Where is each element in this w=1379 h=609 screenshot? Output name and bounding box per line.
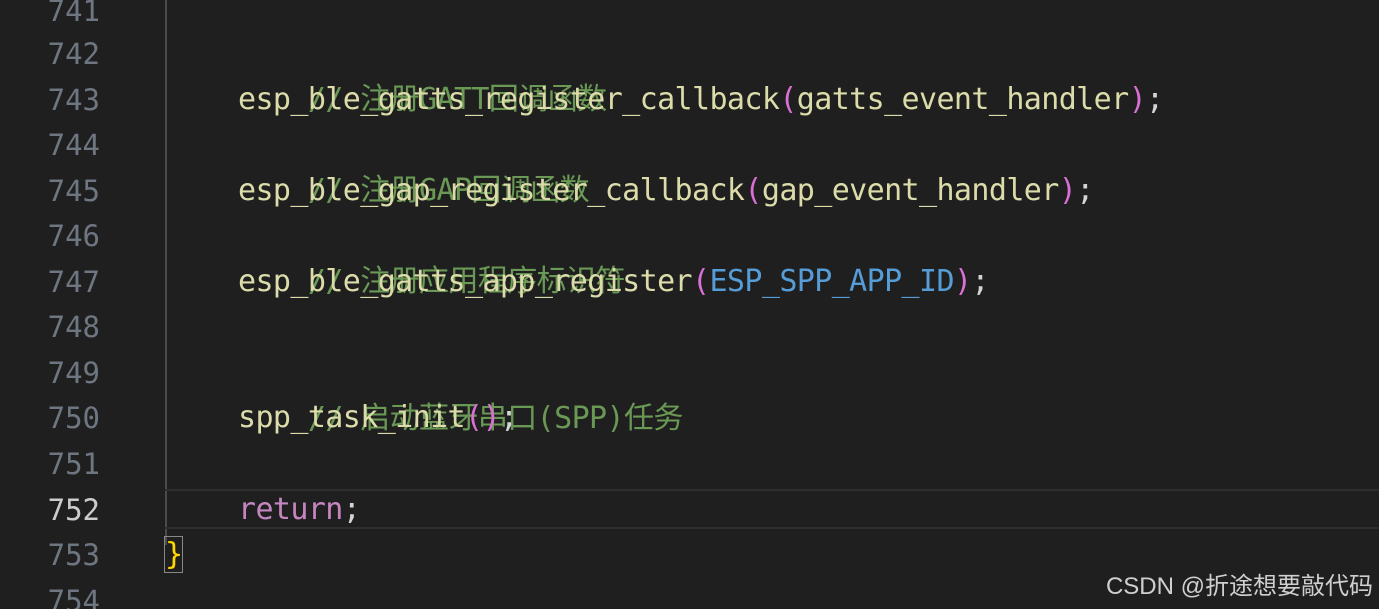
watermark: CSDN @折途想要敲代码 bbox=[1105, 573, 1373, 600]
line-number: 751 bbox=[47, 447, 100, 481]
semicolon: ; bbox=[342, 492, 361, 527]
code-line-749[interactable]: // 启动蓝牙串口(SPP)任务 bbox=[238, 350, 684, 436]
code-line-742[interactable]: // 注册GATT回调函数 bbox=[238, 31, 607, 117]
line-number: 741 bbox=[47, 0, 100, 28]
close-paren: ) bbox=[1128, 82, 1147, 117]
semicolon: ; bbox=[1076, 173, 1094, 208]
open-paren: ( bbox=[692, 264, 710, 299]
code-line-750[interactable]: spp_task_init(); bbox=[238, 395, 518, 441]
close-paren: ) bbox=[953, 264, 972, 299]
code-line-746[interactable]: // 注册应用程序标识符 bbox=[238, 213, 626, 299]
line-number: 748 bbox=[47, 310, 100, 344]
macro-argument: ESP_SPP_APP_ID bbox=[709, 264, 954, 299]
line-number: 745 bbox=[47, 174, 100, 208]
function-name: esp_ble_gap_register_callback bbox=[238, 173, 745, 208]
code-editor[interactable]: 741 742 743 744 745 746 747 748 749 750 … bbox=[0, 0, 1379, 609]
closing-brace: } bbox=[163, 536, 184, 573]
line-number: 749 bbox=[47, 356, 100, 390]
line-number: 754 bbox=[47, 584, 100, 609]
code-line-745[interactable]: esp_ble_gap_register_callback(gap_event_… bbox=[238, 168, 1094, 214]
return-keyword: return bbox=[238, 492, 343, 527]
line-number: 747 bbox=[47, 265, 100, 299]
code-line-747[interactable]: esp_ble_gatts_app_register(ESP_SPP_APP_I… bbox=[238, 259, 989, 305]
function-name: esp_ble_gatts_register_callback bbox=[238, 82, 780, 117]
code-line-752[interactable]: return; bbox=[238, 487, 361, 533]
line-number-active: 752 bbox=[47, 493, 100, 527]
indent-guide bbox=[165, 0, 167, 545]
line-number: 744 bbox=[47, 128, 100, 162]
semicolon: ; bbox=[1146, 82, 1164, 117]
argument: gatts_event_handler bbox=[796, 82, 1129, 117]
line-number: 750 bbox=[47, 401, 100, 435]
line-number-gutter: 741 742 743 744 745 746 747 748 749 750 … bbox=[0, 0, 160, 609]
semicolon: ; bbox=[971, 264, 989, 299]
line-number: 746 bbox=[47, 219, 100, 253]
open-paren: ( bbox=[779, 82, 797, 117]
argument: gap_event_handler bbox=[761, 173, 1059, 208]
semicolon: ; bbox=[499, 400, 518, 435]
line-number: 743 bbox=[47, 83, 100, 117]
code-line-744[interactable]: // 注册GAP回调函数 bbox=[238, 122, 590, 208]
function-name: esp_ble_gatts_app_register bbox=[238, 264, 693, 299]
code-line-743[interactable]: esp_ble_gatts_register_callback(gatts_ev… bbox=[238, 77, 1164, 123]
code-line-753[interactable]: } bbox=[163, 532, 184, 578]
parens: () bbox=[465, 400, 501, 435]
function-name: spp_task_init bbox=[238, 400, 466, 435]
open-paren: ( bbox=[744, 173, 762, 208]
line-number: 753 bbox=[47, 538, 100, 572]
close-paren: ) bbox=[1058, 173, 1077, 208]
line-number: 742 bbox=[47, 37, 100, 71]
